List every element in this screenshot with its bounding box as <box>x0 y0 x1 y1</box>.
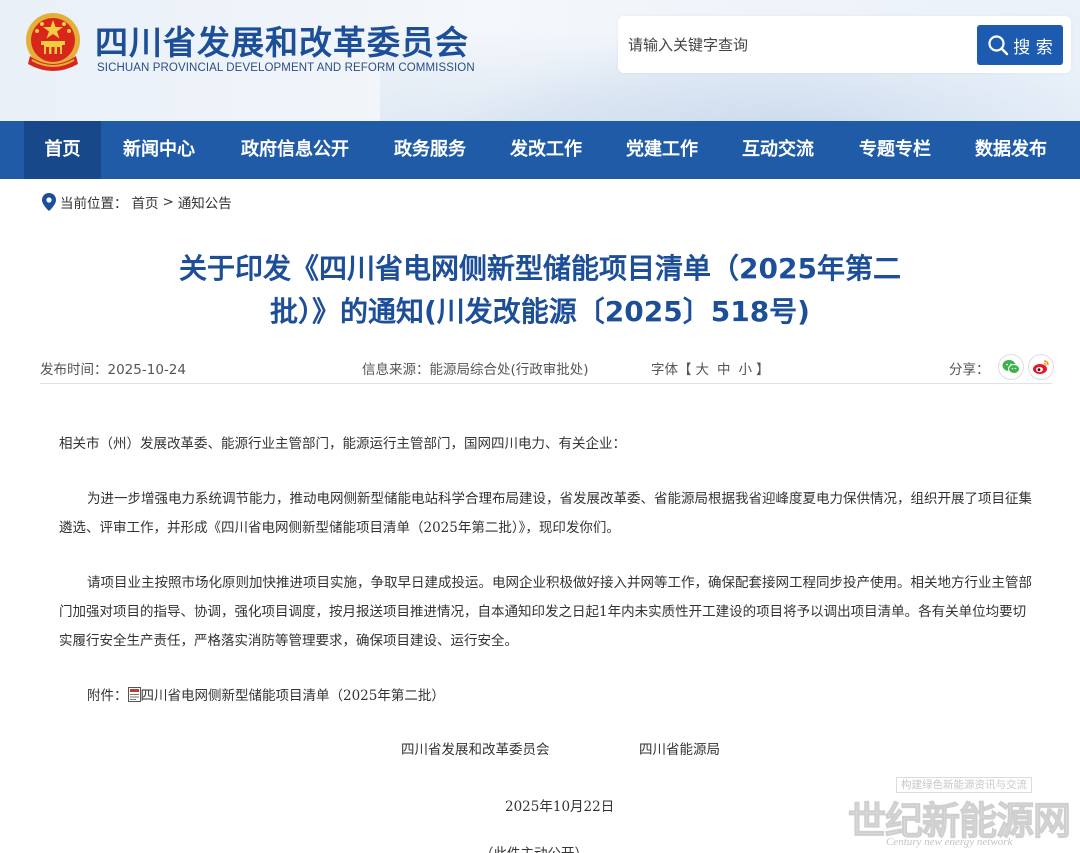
search-box: 搜 索 <box>618 16 1071 73</box>
wechat-share-button[interactable] <box>998 354 1024 380</box>
signer-2: 四川省能源局 <box>639 742 720 758</box>
attachment-link[interactable]: 四川省电网侧新型储能项目清单（2025年第二批） <box>141 688 445 704</box>
search-icon <box>988 35 1009 56</box>
info-source: 信息来源：能源局综合处(行政审批处) <box>362 362 589 378</box>
site-header: 四川省发展和改革委员会 SICHUAN PROVINCIAL DEVELOPME… <box>0 0 1080 121</box>
nav-item-party[interactable]: 党建工作 <box>612 121 712 179</box>
nav-item-services[interactable]: 政务服务 <box>380 121 480 179</box>
wechat-icon <box>1002 360 1020 374</box>
paragraph-2: 请项目业主按照市场化原则加快推进项目实施，争取早日建成投运。电网企业积极做好接入… <box>59 575 1032 649</box>
attachment-label: 附件： <box>87 688 128 704</box>
watermark-subtitle: Century new energy network <box>886 836 1013 848</box>
font-size-control: 字体【大中小】 <box>651 358 770 378</box>
main-nav: 首页 新闻中心 政府信息公开 政务服务 发改工作 党建工作 互动交流 专题专栏 … <box>0 121 1080 179</box>
site-title[interactable]: 四川省发展和改革委员会 <box>95 16 469 64</box>
article-title-line-2: 批）》的通知(川发改能源〔2025〕518号) <box>270 295 810 328</box>
font-size-label-end: 】 <box>756 362 770 378</box>
breadcrumb-label: 当前位置： <box>60 196 128 212</box>
article-title-line-1: 关于印发《四川省电网侧新型储能项目清单（2025年第二 <box>179 252 901 285</box>
pdf-file-icon <box>127 687 141 702</box>
article-meta: 发布时间：2025-10-24 信息来源：能源局综合处(行政审批处) 字体【大中… <box>40 353 1054 384</box>
weibo-share-button[interactable] <box>1028 354 1054 380</box>
nav-item-data[interactable]: 数据发布 <box>961 121 1061 179</box>
share-label: 分享： <box>949 362 990 378</box>
site-subtitle: SICHUAN PROVINCIAL DEVELOPMENT AND REFOR… <box>97 62 475 74</box>
breadcrumb-home-link[interactable]: 首页 <box>132 192 159 212</box>
font-size-medium[interactable]: 中 <box>717 362 731 378</box>
search-button-label: 搜 索 <box>1013 37 1053 58</box>
attachment-line: 附件： 四川省电网侧新型储能项目清单（2025年第二批） <box>59 682 1039 711</box>
article-title: 关于印发《四川省电网侧新型储能项目清单（2025年第二 批）》的通知(川发改能源… <box>90 247 990 333</box>
font-size-label: 字体【 <box>651 362 692 378</box>
font-size-small[interactable]: 小 <box>739 362 753 378</box>
location-pin-icon <box>42 193 56 211</box>
publish-time: 发布时间：2025-10-24 <box>40 362 186 378</box>
paragraph-1: 为进一步增强电力系统调节能力，推动电网侧新型储能电站科学合理布局建设，省发展改革… <box>59 491 1032 536</box>
breadcrumb-separator: > <box>162 194 174 210</box>
article-content: 相关市（州）发展改革委、能源行业主管部门，能源运行主管部门，国网四川电力、有关企… <box>59 430 1039 711</box>
nav-item-interaction[interactable]: 互动交流 <box>728 121 828 179</box>
national-emblem-icon[interactable] <box>22 10 84 76</box>
nav-item-news[interactable]: 新闻中心 <box>110 121 208 179</box>
nav-item-gov-info[interactable]: 政府信息公开 <box>226 121 364 179</box>
search-input[interactable] <box>626 26 970 64</box>
weibo-icon <box>1033 360 1049 374</box>
issue-date: 2025年10月22日 <box>505 799 615 815</box>
nav-item-dev-reform[interactable]: 发改工作 <box>496 121 596 179</box>
breadcrumb-current-link[interactable]: 通知公告 <box>178 192 232 212</box>
font-size-large[interactable]: 大 <box>696 362 710 378</box>
salutation: 相关市（州）发展改革委、能源行业主管部门，能源运行主管部门，国网四川电力、有关企… <box>59 436 626 452</box>
search-button[interactable]: 搜 索 <box>977 25 1063 65</box>
public-notice-line: （此件主动公开） <box>480 843 588 853</box>
nav-item-topics[interactable]: 专题专栏 <box>845 121 945 179</box>
breadcrumb: 当前位置： 首页 > 通知公告 <box>42 192 232 212</box>
signer-1: 四川省发展和改革委员会 <box>401 742 550 758</box>
nav-item-home[interactable]: 首页 <box>24 121 101 179</box>
